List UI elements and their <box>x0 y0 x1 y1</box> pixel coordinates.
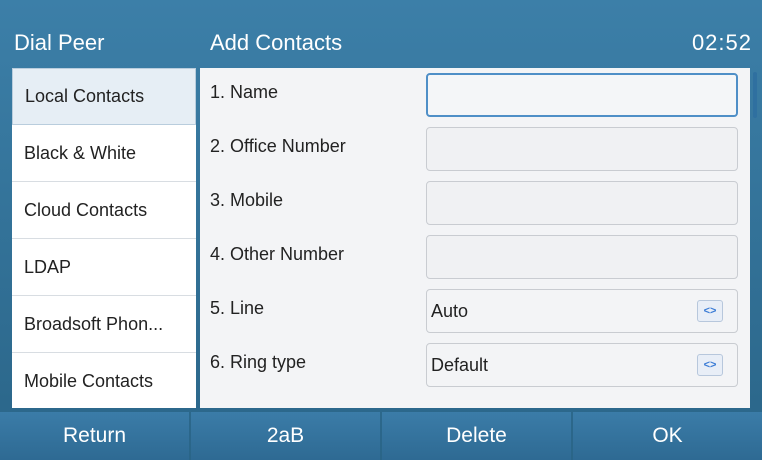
sidebar-item-label: LDAP <box>24 256 72 277</box>
ring-type-label: 6. Ring type <box>210 352 307 372</box>
page-title: Add Contacts <box>210 30 343 55</box>
sidebar-item-label: Mobile Contacts <box>24 370 154 391</box>
delete-button[interactable]: Delete <box>382 412 571 460</box>
title-bar: Dial Peer Add Contacts 02:52 <box>0 20 762 64</box>
form-row-name: 1. Name <box>200 68 750 122</box>
ok-button[interactable]: OK <box>573 412 762 460</box>
contacts-sidebar: Local Contacts Black & White Cloud Conta… <box>12 68 196 408</box>
other-number-label: 4. Other Number <box>210 244 345 264</box>
ring-type-value: Default <box>431 355 489 375</box>
softkey-bar: Return 2aB Delete OK <box>0 412 762 460</box>
sidebar-item-ldap[interactable]: LDAP <box>12 239 196 296</box>
form-row-line: 5. Line Auto <> <box>200 284 750 338</box>
mobile-input[interactable] <box>426 181 738 225</box>
form-row-other-number: 4. Other Number <box>200 230 750 284</box>
sidebar-item-cloud-contacts[interactable]: Cloud Contacts <box>12 182 196 239</box>
section-title: Dial Peer <box>14 30 105 55</box>
office-number-input[interactable] <box>426 127 738 171</box>
left-right-arrows-icon[interactable]: <> <box>697 354 723 376</box>
line-label: 5. Line <box>210 298 265 318</box>
sidebar-item-label: Broadsoft Phon... <box>24 313 164 334</box>
office-number-label: 2. Office Number <box>210 136 346 156</box>
sidebar-item-local-contacts[interactable]: Local Contacts <box>12 68 196 125</box>
ring-type-select[interactable]: Default <> <box>426 343 738 387</box>
phone-screen: Dial Peer Add Contacts 02:52 Local Conta… <box>0 0 762 460</box>
name-input[interactable] <box>426 73 738 117</box>
sidebar-item-black-white[interactable]: Black & White <box>12 125 196 182</box>
clock: 02:52 <box>691 30 752 55</box>
mobile-label: 3. Mobile <box>210 190 284 210</box>
sidebar-item-label: Black & White <box>24 142 137 163</box>
line-select[interactable]: Auto <> <box>426 289 738 333</box>
form-row-ring-type: 6. Ring type Default <> <box>200 338 750 392</box>
name-label: 1. Name <box>210 82 279 102</box>
other-number-input[interactable] <box>426 235 738 279</box>
form-row-mobile: 3. Mobile <box>200 176 750 230</box>
add-contact-form: 1. Name 2. Office Number 3. Mobile 4. Ot… <box>200 68 750 408</box>
line-value: Auto <box>431 301 469 321</box>
return-button[interactable]: Return <box>0 412 189 460</box>
sidebar-item-label: Cloud Contacts <box>24 199 148 220</box>
form-row-office-number: 2. Office Number <box>200 122 750 176</box>
form-scrollbar[interactable] <box>753 72 757 118</box>
left-right-arrows-icon[interactable]: <> <box>697 300 723 322</box>
sidebar-item-label: Local Contacts <box>25 86 145 106</box>
sidebar-item-mobile-contacts[interactable]: Mobile Contacts <box>12 353 196 408</box>
input-mode-button[interactable]: 2aB <box>191 412 380 460</box>
sidebar-item-broadsoft-phonebook[interactable]: Broadsoft Phon... <box>12 296 196 353</box>
